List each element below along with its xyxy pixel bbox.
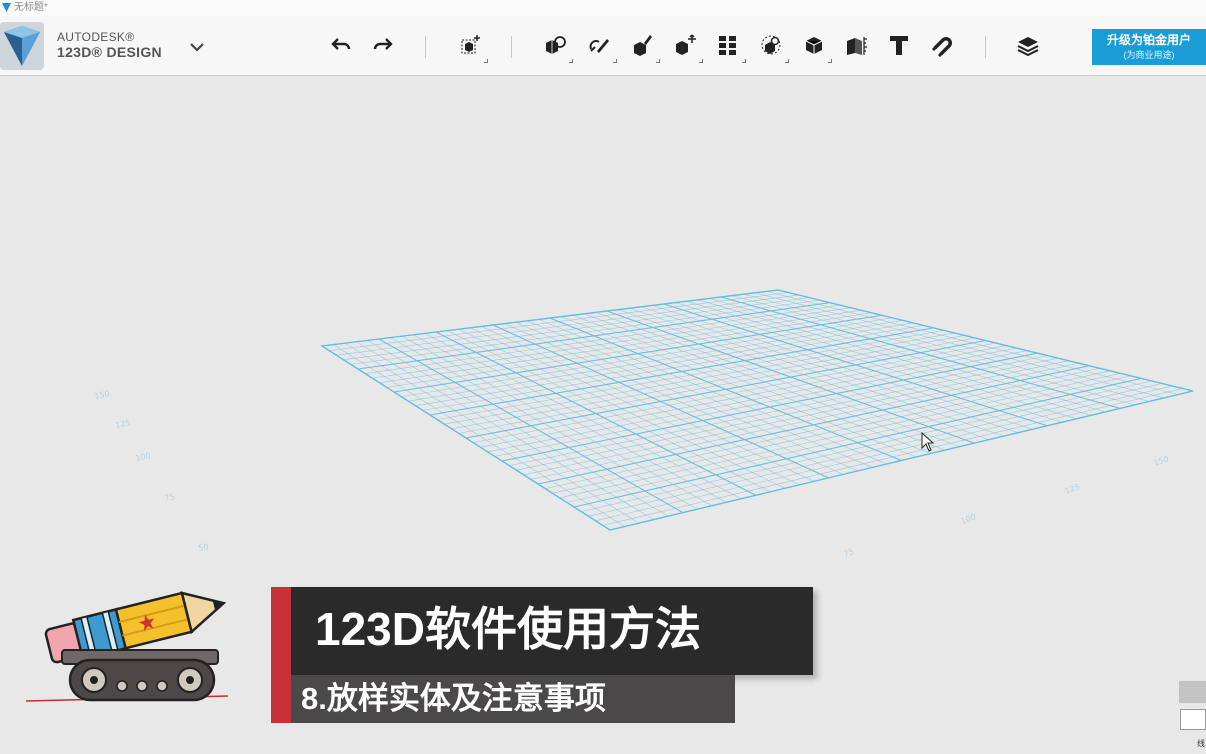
redo-icon — [373, 38, 393, 50]
grid-line — [573, 377, 1142, 508]
dropdown-corner-icon — [828, 59, 832, 63]
app-icon — [2, 3, 11, 12]
transform-tool-button[interactable] — [455, 30, 488, 63]
construct-icon — [634, 35, 652, 56]
undo-button[interactable] — [326, 30, 356, 60]
dropdown-corner-icon — [656, 59, 660, 63]
construct-tool-button[interactable] — [627, 30, 660, 63]
upgrade-sublabel: (为商业用途) — [1123, 50, 1175, 60]
main-toolbar: AUTODESK® 123D® DESIGN 升级为铂金用户 (为商业用途) — [0, 16, 1206, 76]
axis-label-left: 100 — [135, 451, 152, 463]
undo-icon — [331, 38, 351, 50]
text-icon — [890, 36, 908, 55]
pattern-icon — [719, 36, 736, 55]
axis-label-right: 75 — [843, 547, 856, 559]
layers-tool-button[interactable] — [1013, 30, 1043, 60]
grouping-tool-button[interactable] — [756, 30, 789, 63]
modify-icon — [676, 34, 696, 55]
text-tool-button[interactable] — [884, 30, 914, 60]
upgrade-button[interactable]: 升级为铂金用户 (为商业用途) — [1092, 29, 1206, 65]
measure-icon — [847, 37, 867, 55]
primitives-icon — [546, 36, 566, 54]
window-title-bar: 无标题* — [0, 0, 1206, 16]
dropdown-corner-icon — [699, 59, 703, 63]
brand: AUTODESK® 123D® DESIGN — [57, 30, 162, 60]
window-title: 无标题* — [14, 2, 48, 13]
sketch-icon — [589, 39, 609, 53]
combine-icon — [805, 37, 823, 54]
grouping-icon — [761, 35, 781, 55]
grid-minor-lines — [329, 291, 1183, 527]
dropdown-corner-icon — [785, 59, 789, 63]
measure-tool-button[interactable] — [841, 30, 871, 60]
dropdown-corner-icon — [484, 59, 488, 63]
redo-button[interactable] — [368, 30, 398, 60]
brand-product: 123D® DESIGN — [57, 44, 162, 60]
snap-tool-button[interactable] — [927, 30, 957, 60]
corner-label: 线 — [1197, 739, 1205, 748]
toolbar-separator — [425, 36, 426, 58]
axis-label-right: 100 — [960, 512, 977, 526]
toolbar-separator — [985, 36, 986, 58]
app-logo[interactable] — [0, 22, 44, 70]
sketch-tool-button[interactable] — [584, 30, 617, 63]
transform-icon — [461, 35, 480, 54]
caption-accent-bar — [271, 675, 291, 723]
dropdown-corner-icon — [569, 59, 573, 63]
axis-label-left: 150 — [94, 389, 111, 401]
view-input-box[interactable] — [1180, 709, 1206, 730]
brand-company: AUTODESK® — [57, 30, 135, 44]
axis-label-left: 125 — [115, 418, 132, 430]
layers-icon — [1017, 37, 1039, 57]
dropdown-corner-icon — [742, 59, 746, 63]
view-panel-button[interactable] — [1179, 681, 1206, 703]
toolbar-separator — [511, 36, 512, 58]
mouse-cursor-icon — [921, 432, 935, 452]
axis-label-right: 125 — [1064, 482, 1081, 496]
primitives-tool-button[interactable] — [540, 30, 573, 63]
pattern-tool-button[interactable] — [713, 30, 746, 63]
axis-label-left: 75 — [164, 492, 176, 503]
dropdown-corner-icon — [613, 59, 617, 63]
pencil-tank-mascot-icon — [25, 591, 229, 702]
axis-label-right: 150 — [1153, 454, 1170, 468]
magnet-icon — [931, 37, 952, 57]
modify-tool-button[interactable] — [670, 30, 703, 63]
caption-title: 123D软件使用方法 — [291, 587, 813, 675]
main-menu-chevron-icon[interactable] — [188, 40, 206, 54]
upgrade-label: 升级为铂金用户 — [1106, 33, 1191, 47]
axis-label-left: 50 — [198, 542, 210, 553]
caption-accent-bar — [271, 587, 291, 675]
caption-subtitle: 8.放样实体及注意事项 — [291, 675, 735, 723]
combine-tool-button[interactable] — [799, 30, 832, 63]
